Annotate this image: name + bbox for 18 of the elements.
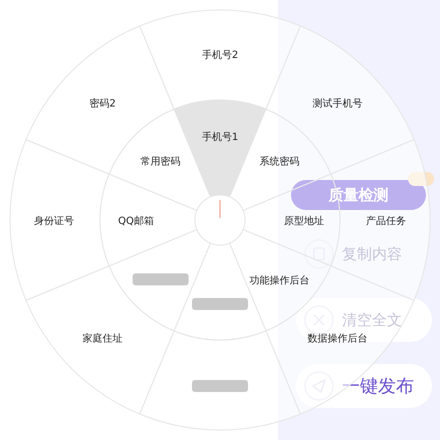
sector-label[interactable]: 手机号2 [202, 50, 238, 61]
sector-label[interactable]: 原型地址 [284, 216, 324, 227]
sector-label[interactable]: 手机号1 [202, 132, 238, 143]
sector-label[interactable]: 数据操作后台 [307, 333, 368, 344]
center-hub[interactable] [194, 194, 246, 246]
new-badge [408, 172, 434, 186]
sector-label[interactable]: 家庭住址 [82, 333, 123, 344]
sector-label[interactable]: 常用密码 [140, 156, 181, 168]
close-icon [304, 305, 334, 335]
sector-label[interactable]: 功能操作后台 [249, 275, 310, 286]
sector-label[interactable]: 测试手机号 [312, 98, 362, 110]
sector-label[interactable]: 产品任务 [366, 216, 406, 227]
send-icon [304, 371, 334, 401]
copy-icon [304, 239, 334, 269]
sector-label[interactable]: QQ邮箱 [118, 216, 154, 227]
sector-label[interactable]: 密码2 [89, 98, 116, 110]
sector-label[interactable]: 身份证号 [34, 216, 74, 227]
sector-label[interactable]: 系统密码 [259, 156, 300, 168]
